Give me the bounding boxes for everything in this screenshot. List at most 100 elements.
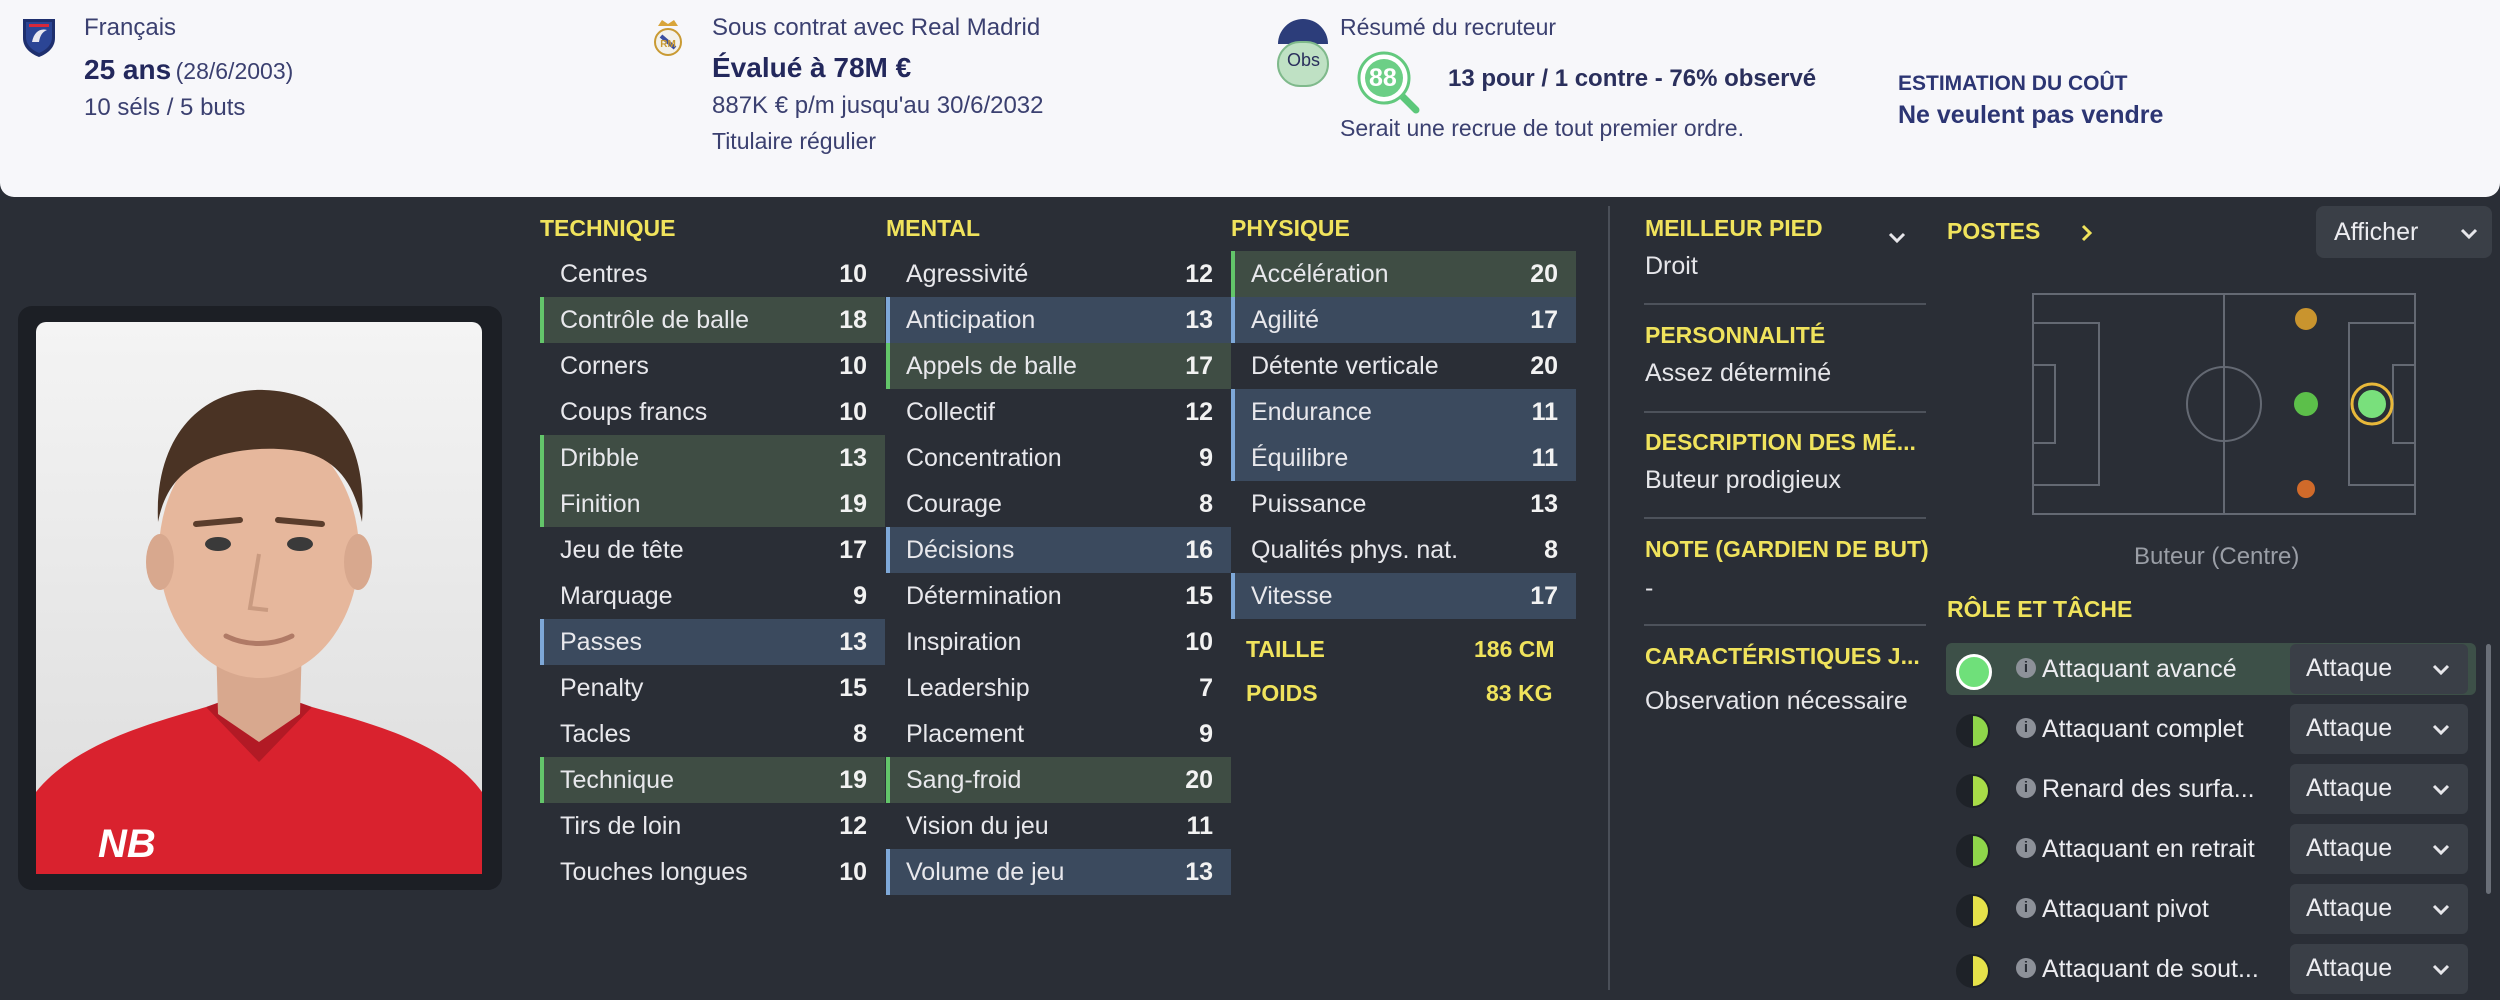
- attribute-name: Appels de balle: [906, 352, 1077, 380]
- attribute-row[interactable]: Qualités phys. nat. 8: [1231, 527, 1576, 573]
- info-icon[interactable]: i: [2016, 658, 2036, 678]
- duty-dropdown[interactable]: Attaque: [2290, 884, 2468, 934]
- attribute-name: Agilité: [1251, 306, 1320, 334]
- attribute-value: 20: [1530, 260, 1558, 288]
- attribute-row[interactable]: Inspiration 10: [886, 619, 1231, 665]
- duty-label: Attaque: [2306, 954, 2393, 982]
- view-options-button[interactable]: Afficher: [2316, 206, 2492, 258]
- caps-goals: 10 séls / 5 buts: [84, 94, 246, 121]
- attribute-row[interactable]: Sang-froid 20: [886, 757, 1231, 803]
- attribute-name: Qualités phys. nat.: [1251, 536, 1459, 564]
- attribute-value: 20: [1185, 766, 1213, 794]
- positions-title[interactable]: POSTES: [1947, 218, 2040, 245]
- player-portrait-frame: NB: [18, 306, 502, 890]
- duty-dropdown[interactable]: Attaque: [2290, 824, 2468, 874]
- attribute-row[interactable]: Centres 10: [540, 251, 885, 297]
- attribute-name: Corners: [560, 352, 649, 380]
- attribute-row[interactable]: Corners 10: [540, 343, 885, 389]
- nationality-label[interactable]: Français: [84, 14, 176, 42]
- attribute-row[interactable]: Équilibre 11: [1231, 435, 1576, 481]
- role-name: Attaquant de sout...: [2042, 955, 2259, 983]
- duty-label: Attaque: [2306, 654, 2393, 682]
- technique-header: TECHNIQUE: [540, 215, 676, 241]
- attribute-row[interactable]: Anticipation 13: [886, 297, 1231, 343]
- attribute-name: Tacles: [560, 720, 631, 748]
- attribute-row[interactable]: Passes 13: [540, 619, 885, 665]
- info-icon[interactable]: i: [2016, 898, 2036, 918]
- chevron-down-icon[interactable]: [1886, 226, 1908, 248]
- attribute-name: Équilibre: [1251, 444, 1349, 472]
- attribute-row[interactable]: Vitesse 17: [1231, 573, 1576, 619]
- duty-dropdown[interactable]: Attaque: [2290, 644, 2468, 694]
- role-suitability-icon: [1956, 774, 1990, 808]
- best-foot-value: Droit: [1645, 252, 1698, 280]
- attribute-name: Inspiration: [906, 628, 1022, 656]
- attribute-row[interactable]: Puissance 13: [1231, 481, 1576, 527]
- attribute-value: 18: [839, 306, 867, 334]
- attribute-row[interactable]: Placement 9: [886, 711, 1231, 757]
- info-icon[interactable]: i: [2016, 778, 2036, 798]
- attribute-name: Tirs de loin: [560, 812, 682, 840]
- attribute-value: 9: [853, 582, 867, 610]
- player-portrait: NB: [36, 322, 482, 874]
- attribute-row[interactable]: Jeu de tête 17: [540, 527, 885, 573]
- attribute-row[interactable]: Volume de jeu 13: [886, 849, 1231, 895]
- attribute-name: Marquage: [560, 582, 673, 610]
- attribute-row[interactable]: Courage 8: [886, 481, 1231, 527]
- attribute-row[interactable]: Décisions 16: [886, 527, 1231, 573]
- attribute-row[interactable]: Vision du jeu 11: [886, 803, 1231, 849]
- attribute-row[interactable]: Marquage 9: [540, 573, 885, 619]
- attribute-row[interactable]: Concentration 9: [886, 435, 1231, 481]
- attribute-value: 8: [853, 720, 867, 748]
- svg-text:RM: RM: [660, 39, 676, 50]
- attribute-row[interactable]: Technique 19: [540, 757, 885, 803]
- contract-club-link[interactable]: Sous contrat avec Real Madrid: [712, 14, 1040, 42]
- attribute-value: 17: [1530, 582, 1558, 610]
- duty-dropdown[interactable]: Attaque: [2290, 944, 2468, 994]
- attribute-row[interactable]: Agressivité 12: [886, 251, 1231, 297]
- physique-attributes: Accélération 20 Agilité 17 Détente verticale…: [1231, 251, 1576, 619]
- info-icon[interactable]: i: [2016, 838, 2036, 858]
- attribute-name: Centres: [560, 260, 648, 288]
- attribute-row[interactable]: Dribble 13: [540, 435, 885, 481]
- scout-summary-title: Résumé du recruteur: [1340, 14, 1557, 40]
- chevron-down-icon: [2432, 784, 2450, 796]
- attribute-row[interactable]: Agilité 17: [1231, 297, 1576, 343]
- info-icon[interactable]: i: [2016, 718, 2036, 738]
- attribute-row[interactable]: Coups francs 10: [540, 389, 885, 435]
- attribute-row[interactable]: Détermination 15: [886, 573, 1231, 619]
- attribute-name: Vision du jeu: [906, 812, 1049, 840]
- duty-dropdown[interactable]: Attaque: [2290, 764, 2468, 814]
- role-suitability-icon: [1956, 894, 1990, 928]
- duty-label: Attaque: [2306, 774, 2393, 802]
- attribute-row[interactable]: Tacles 8: [540, 711, 885, 757]
- attribute-row[interactable]: Appels de balle 17: [886, 343, 1231, 389]
- attribute-name: Décisions: [906, 536, 1015, 564]
- info-icon[interactable]: i: [2016, 958, 2036, 978]
- chevron-down-icon: [2460, 228, 2478, 240]
- attribute-row[interactable]: Leadership 7: [886, 665, 1231, 711]
- chevron-right-icon[interactable]: [2078, 222, 2096, 244]
- duty-dropdown[interactable]: Attaque: [2290, 704, 2468, 754]
- role-suitability-icon: [1956, 954, 1990, 988]
- weight-label: POIDS: [1246, 680, 1318, 706]
- duty-label: Attaque: [2306, 834, 2393, 862]
- scout-verdict: Serait une recrue de tout premier ordre.: [1340, 115, 1744, 141]
- technique-attributes: Centres 10 Contrôle de balle 18 Corners 10 Cou…: [540, 251, 885, 895]
- attribute-row[interactable]: Penalty 15: [540, 665, 885, 711]
- player-traits-title: CARACTÉRISTIQUES J...: [1645, 643, 1920, 669]
- attribute-row[interactable]: Collectif 12: [886, 389, 1231, 435]
- physique-header: PHYSIQUE: [1231, 215, 1350, 241]
- scout-rating-value: 88: [1369, 64, 1397, 92]
- attribute-row[interactable]: Contrôle de balle 18: [540, 297, 885, 343]
- attribute-row[interactable]: Endurance 11: [1231, 389, 1576, 435]
- attribute-value: 17: [1185, 352, 1213, 380]
- attribute-row[interactable]: Touches longues 10: [540, 849, 885, 895]
- attribute-row[interactable]: Accélération 20: [1231, 251, 1576, 297]
- attribute-row[interactable]: Finition 19: [540, 481, 885, 527]
- attribute-row[interactable]: Détente verticale 20: [1231, 343, 1576, 389]
- attribute-row[interactable]: Tirs de loin 12: [540, 803, 885, 849]
- attribute-name: Collectif: [906, 398, 995, 426]
- chevron-down-icon: [2432, 724, 2450, 736]
- scrollbar[interactable]: [2486, 644, 2491, 894]
